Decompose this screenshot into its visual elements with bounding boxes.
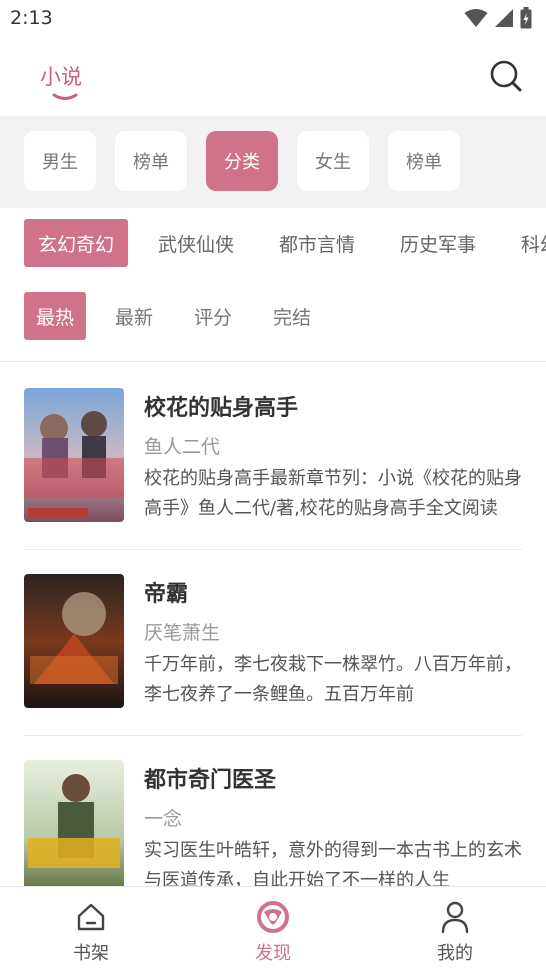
bottom-tab-bar: 书架 发现 我的 <box>0 886 546 972</box>
book-cover <box>24 388 124 522</box>
battery-icon <box>520 7 532 29</box>
filter-chip-ranking-female[interactable]: 榜单 <box>388 131 460 191</box>
genre-xuanhuan[interactable]: 玄幻奇幻 <box>24 219 129 267</box>
book-title: 帝霸 <box>144 582 189 607</box>
filter-chip-female[interactable]: 女生 <box>297 131 369 191</box>
book-author: 鱼人二代 <box>144 436 221 458</box>
sort-row: 最热 最新 评分 完结 <box>0 282 546 362</box>
book-item[interactable]: 帝霸 厌笔萧生 千万年前，李七夜栽下一株翠竹。八百万年前，李七夜养了一条鲤鱼。五… <box>24 550 522 736</box>
filter-band: 男生 榜单 分类 女生 榜单 <box>0 116 546 208</box>
genre-row: 玄幻奇幻 武侠仙侠 都市言情 历史军事 科幻 <box>0 208 546 278</box>
sort-hot[interactable]: 最热 <box>24 292 87 340</box>
tab-discover[interactable]: 发现 <box>182 887 364 972</box>
wifi-icon <box>464 9 488 27</box>
status-time: 2:13 <box>10 7 53 29</box>
page-title: 小说 <box>40 65 82 89</box>
sort-newest[interactable]: 最新 <box>115 292 153 340</box>
book-title: 都市奇门医圣 <box>144 768 277 793</box>
book-description: 千万年前，李七夜栽下一株翠竹。八百万年前，李七夜养了一条鲤鱼。五百万年前 <box>144 654 522 705</box>
genre-wuxia[interactable]: 武侠仙侠 <box>158 219 234 267</box>
book-description: 校花的贴身高手最新章节列：小说《校花的贴身高手》鱼人二代/著,校花的贴身高手全文… <box>144 468 522 519</box>
app-header: 小说 <box>0 36 546 116</box>
tab-label: 我的 <box>437 943 473 964</box>
tab-label: 书架 <box>73 943 109 964</box>
status-bar: 2:13 <box>0 0 546 36</box>
sort-finished[interactable]: 完结 <box>273 292 311 340</box>
filter-chip-category[interactable]: 分类 <box>206 131 278 191</box>
discover-icon <box>256 897 290 937</box>
filter-chip-male[interactable]: 男生 <box>24 131 96 191</box>
book-cover <box>24 760 124 886</box>
book-item[interactable]: 都市奇门医圣 一念 实习医生叶皓轩，意外的得到一本古书上的玄术与医道传承，自此开… <box>24 736 522 886</box>
filter-chip-ranking[interactable]: 榜单 <box>115 131 187 191</box>
tab-profile[interactable]: 我的 <box>364 887 546 972</box>
novel-tab[interactable]: 小说 <box>40 36 82 116</box>
book-list: 校花的贴身高手 鱼人二代 校花的贴身高手最新章节列：小说《校花的贴身高手》鱼人二… <box>0 364 546 886</box>
book-description: 实习医生叶皓轩，意外的得到一本古书上的玄术与医道传承，自此开始了不一样的人生 <box>144 840 522 886</box>
tab-label: 发现 <box>255 943 291 964</box>
book-author: 厌笔萧生 <box>144 622 221 644</box>
book-cover <box>24 574 124 708</box>
status-icons <box>464 7 532 29</box>
genre-history[interactable]: 历史军事 <box>400 219 476 267</box>
sort-rating[interactable]: 评分 <box>194 292 232 340</box>
book-item[interactable]: 校花的贴身高手 鱼人二代 校花的贴身高手最新章节列：小说《校花的贴身高手》鱼人二… <box>24 364 522 550</box>
genre-urban[interactable]: 都市言情 <box>279 219 355 267</box>
book-author: 一念 <box>144 808 183 830</box>
genre-scifi[interactable]: 科幻 <box>521 219 546 267</box>
book-title: 校花的贴身高手 <box>144 396 299 421</box>
tab-bookshelf[interactable]: 书架 <box>0 887 182 972</box>
search-button[interactable] <box>486 56 526 96</box>
user-icon <box>439 897 471 937</box>
title-underline <box>52 93 78 100</box>
home-icon <box>75 897 107 937</box>
cellular-signal-icon <box>495 9 513 27</box>
search-icon <box>490 60 522 92</box>
